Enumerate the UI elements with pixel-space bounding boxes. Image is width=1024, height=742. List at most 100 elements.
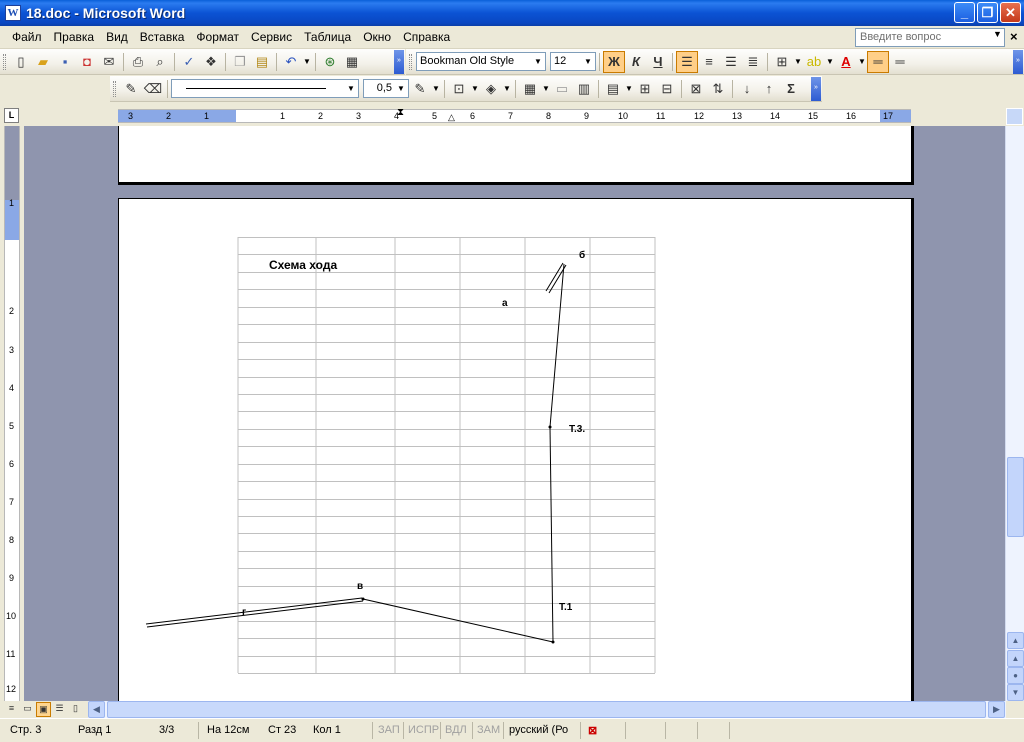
maximize-button[interactable]: ❐ [977,2,998,23]
print-layout-icon[interactable]: ▣ [36,702,51,717]
email-icon[interactable]: ✉ [98,51,120,73]
underline-button[interactable]: Ч [647,51,669,73]
menu-view[interactable]: Вид [100,30,134,44]
help-dropdown-icon[interactable]: ▼ [993,29,1002,39]
scroll-right-icon[interactable]: ▶ [988,701,1005,718]
font-size-select[interactable]: 12 ▼ [550,52,596,71]
save-icon[interactable]: ▪ [54,51,76,73]
minimize-button[interactable]: _ [954,2,975,23]
justify-icon[interactable]: ≣ [742,51,764,73]
line-style-icon[interactable]: ═ [867,50,889,73]
font-name-select[interactable]: Bookman Old Style ▼ [416,52,546,71]
horizontal-scroll-thumb[interactable] [107,701,986,718]
autoformat-icon[interactable]: ⊠ [685,78,707,100]
line-style-select[interactable]: ▼ [171,79,359,98]
status-language[interactable]: русский (Ро [509,724,568,736]
tab-selector[interactable]: L [4,108,19,123]
sort-ascending-icon[interactable]: ↓ [736,78,758,100]
copy-icon[interactable]: ❐ [229,51,251,73]
hyperlink-icon[interactable]: ⊛ [319,51,341,73]
print-preview-icon[interactable]: ⌕ [149,51,171,73]
close-document-button[interactable]: × [1010,29,1018,44]
toolbar-grip[interactable] [3,53,6,70]
align-left-icon[interactable]: ☰ [676,50,698,73]
permission-icon[interactable]: ◘ [76,51,98,73]
shading-color-icon[interactable]: ◈ [480,78,502,100]
research-icon[interactable]: ❖ [200,51,222,73]
font-color-icon[interactable]: A [835,51,857,73]
toolbar-grip[interactable] [409,53,412,70]
help-search-input[interactable]: Введите вопрос [855,28,1005,47]
spelling-icon[interactable]: ✓ [178,51,200,73]
highlight-dropdown-icon[interactable]: ▼ [825,57,835,66]
insert-table-dropdown-icon[interactable]: ▼ [541,84,551,93]
toolbar-options-icon[interactable]: » [811,77,821,101]
outline-view-icon[interactable]: ☰ [52,702,67,717]
split-cells-icon[interactable]: ▥ [573,78,595,100]
bold-button[interactable]: Ж [603,50,625,73]
menu-edit[interactable]: Правка [48,30,101,44]
reading-layout-icon[interactable]: ▯ [68,702,83,717]
highlight-icon[interactable]: ab [803,51,825,73]
menu-tools[interactable]: Сервис [245,30,298,44]
chevron-down-icon[interactable]: ▼ [394,80,408,97]
menu-insert[interactable]: Вставка [134,30,191,44]
print-icon[interactable]: ⎙ [127,51,149,73]
align-center-icon[interactable]: ≡ [698,51,720,73]
align-cell-dropdown-icon[interactable]: ▼ [624,84,634,93]
page-previous[interactable] [118,126,914,185]
status-rec[interactable]: ЗАП [378,724,400,736]
italic-button[interactable]: К [625,51,647,73]
tables-borders-icon[interactable]: ▦ [341,51,363,73]
eraser-icon[interactable]: ⌫ [142,78,164,100]
autosum-button[interactable]: Σ [780,78,802,100]
status-ext[interactable]: ВДЛ [445,724,467,736]
chevron-down-icon[interactable]: ▼ [344,80,358,97]
new-document-icon[interactable]: ▯ [10,51,32,73]
next-page-icon[interactable]: ▼ [1007,684,1024,701]
open-folder-icon[interactable]: ▰ [32,51,54,73]
draw-table-icon[interactable]: ✎ [120,78,142,100]
vertical-scroll-thumb[interactable] [1007,457,1024,537]
browse-object-icon[interactable]: ● [1007,667,1024,684]
borders-dropdown-icon[interactable]: ▼ [793,57,803,66]
line-weight-select[interactable]: 0,5 ▼ [363,79,409,98]
close-button[interactable]: ✕ [1000,2,1021,23]
shading-dropdown-icon[interactable]: ▼ [502,84,512,93]
chevron-down-icon[interactable]: ▼ [531,53,545,70]
menu-window[interactable]: Окно [357,30,397,44]
distribute-rows-icon[interactable]: ⊞ [634,78,656,100]
scroll-up-icon[interactable]: ▲ [1007,632,1024,649]
status-trk[interactable]: ИСПР [408,724,439,736]
menu-format[interactable]: Формат [190,30,245,44]
document-area[interactable]: Схема хода а б в г Т.3. Т.1 [24,126,1005,701]
vertical-ruler[interactable]: 1 2 3 4 5 6 7 8 9 10 11 12 [4,126,20,701]
insert-table-icon[interactable]: ▦ [519,78,541,100]
border-color-icon[interactable]: ✎ [409,78,431,100]
scroll-left-icon[interactable]: ◀ [88,701,105,718]
toolbar-options-icon[interactable]: » [1013,50,1023,74]
previous-page-icon[interactable]: ▲ [1007,650,1024,667]
toolbar-options-icon[interactable]: » [394,50,404,74]
vertical-scrollbar[interactable]: ▲ ▲ ● ▼ [1005,126,1024,701]
font-color-dropdown-icon[interactable]: ▼ [857,57,867,66]
undo-dropdown-icon[interactable]: ▼ [302,57,312,66]
outside-border-dropdown-icon[interactable]: ▼ [470,84,480,93]
web-layout-icon[interactable]: ▭ [20,702,35,717]
toolbar-grip[interactable] [113,80,116,97]
horizontal-ruler[interactable]: 3 2 1 1 2 3 4 5 6 7 8 9 10 11 12 13 14 1… [118,107,911,123]
align-cell-icon[interactable]: ▤ [602,78,624,100]
split-box[interactable] [1006,108,1023,125]
horizontal-scrollbar[interactable]: ◀ ▶ [88,701,1006,718]
align-right-icon[interactable]: ☰ [720,51,742,73]
borders-icon[interactable]: ⊞ [771,51,793,73]
outside-border-icon[interactable]: ⊡ [448,78,470,100]
tab-stop-marker[interactable]: △ [448,112,455,123]
status-ovr[interactable]: ЗАМ [477,724,500,736]
first-line-indent-marker[interactable]: ⧗ [397,107,404,118]
text-direction-icon[interactable]: ⇅ [707,78,729,100]
sort-descending-icon[interactable]: ↑ [758,78,780,100]
spelling-status-icon[interactable]: ⊠ [588,724,597,737]
border-color-dropdown-icon[interactable]: ▼ [431,84,441,93]
word-app-icon[interactable]: W [5,5,21,21]
